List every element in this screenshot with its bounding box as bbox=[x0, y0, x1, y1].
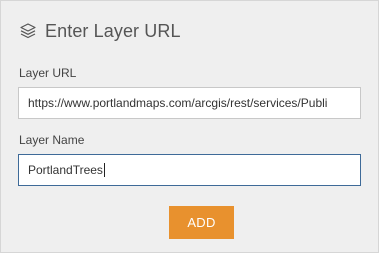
layer-name-label: Layer Name bbox=[19, 133, 85, 147]
layer-name-input[interactable]: PortlandTrees bbox=[18, 154, 361, 186]
layer-name-value: PortlandTrees bbox=[28, 163, 103, 177]
layers-icon bbox=[19, 22, 37, 40]
layer-url-label: Layer URL bbox=[19, 66, 77, 80]
enter-layer-url-panel: Enter Layer URL Layer URL https://www.po… bbox=[0, 0, 379, 253]
panel-title: Enter Layer URL bbox=[45, 20, 181, 41]
layer-url-value: https://www.portlandmaps.com/arcgis/rest… bbox=[28, 96, 328, 110]
add-button[interactable]: ADD bbox=[169, 206, 234, 239]
text-caret bbox=[103, 163, 105, 177]
panel-header: Enter Layer URL bbox=[19, 20, 181, 42]
layer-url-input[interactable]: https://www.portlandmaps.com/arcgis/rest… bbox=[18, 87, 361, 119]
